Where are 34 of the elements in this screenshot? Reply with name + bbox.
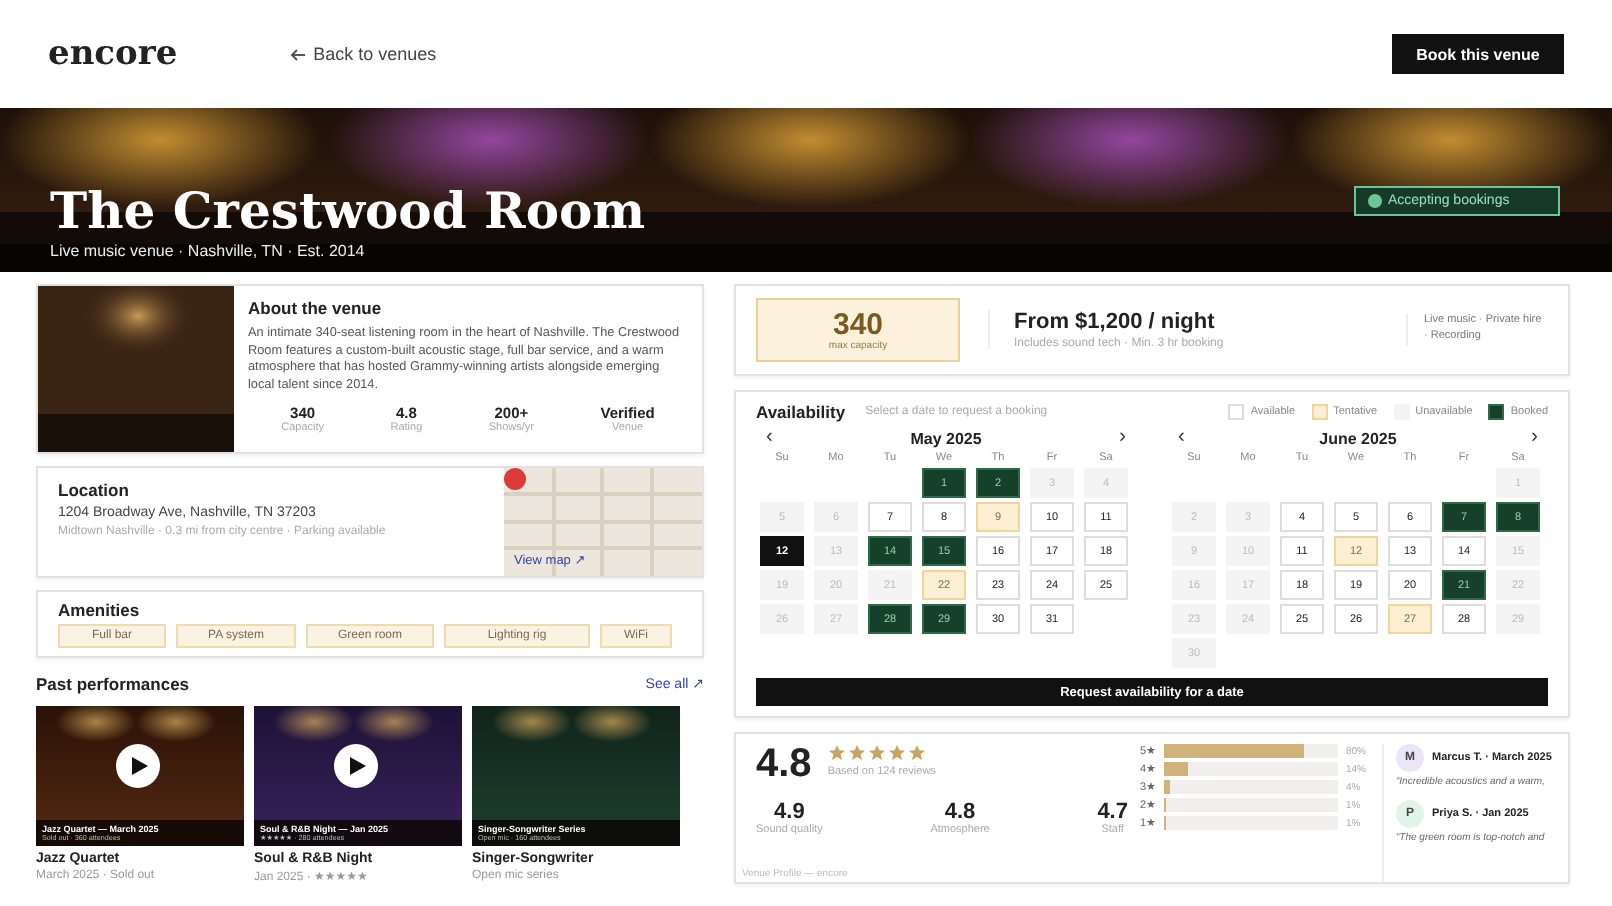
section-title: Location — [58, 480, 131, 500]
price: From $1,200 / night — [1014, 310, 1217, 334]
next-month-button[interactable]: › — [1113, 428, 1132, 448]
star-icon — [887, 744, 906, 762]
star-icon — [827, 744, 846, 762]
play-icon[interactable] — [116, 744, 160, 788]
star-icon — [907, 744, 926, 762]
book-button[interactable]: Book this venue — [1392, 34, 1564, 74]
section-title: Amenities — [58, 600, 142, 620]
legend-swatch — [1311, 404, 1328, 420]
venue-meta: Live music venue · Nashville, TN · Est. 2014 — [50, 242, 365, 260]
capacity-value: 340 — [832, 309, 884, 339]
star-icon — [867, 744, 886, 762]
next-month-button[interactable]: › — [1525, 428, 1544, 448]
overall-rating: 4.8 — [756, 744, 812, 784]
arrow-left-icon — [289, 47, 306, 61]
month-title: May 2025 — [910, 429, 982, 447]
section-title: Past performances — [36, 674, 190, 694]
month-title: June 2025 — [1319, 429, 1397, 447]
previous-month-button[interactable]: ‹ — [1172, 428, 1191, 448]
back-link[interactable]: Back to venues — [289, 44, 437, 64]
legend-swatch — [1228, 404, 1245, 420]
venue-title: The Crestwood Room — [50, 183, 646, 238]
section-title: About the venue — [248, 298, 384, 318]
logo[interactable]: encore — [48, 34, 178, 74]
map-pin-icon — [504, 468, 526, 490]
subscore-value: 4.9 — [774, 802, 805, 824]
subscore-value: 4.8 — [944, 802, 976, 824]
star-icon — [847, 744, 866, 762]
section-title: Availability — [756, 402, 846, 422]
subscore-value: 4.7 — [1097, 802, 1128, 824]
previous-month-button[interactable]: ‹ — [760, 428, 779, 448]
play-icon[interactable] — [334, 744, 378, 788]
legend-swatch — [1488, 404, 1505, 420]
